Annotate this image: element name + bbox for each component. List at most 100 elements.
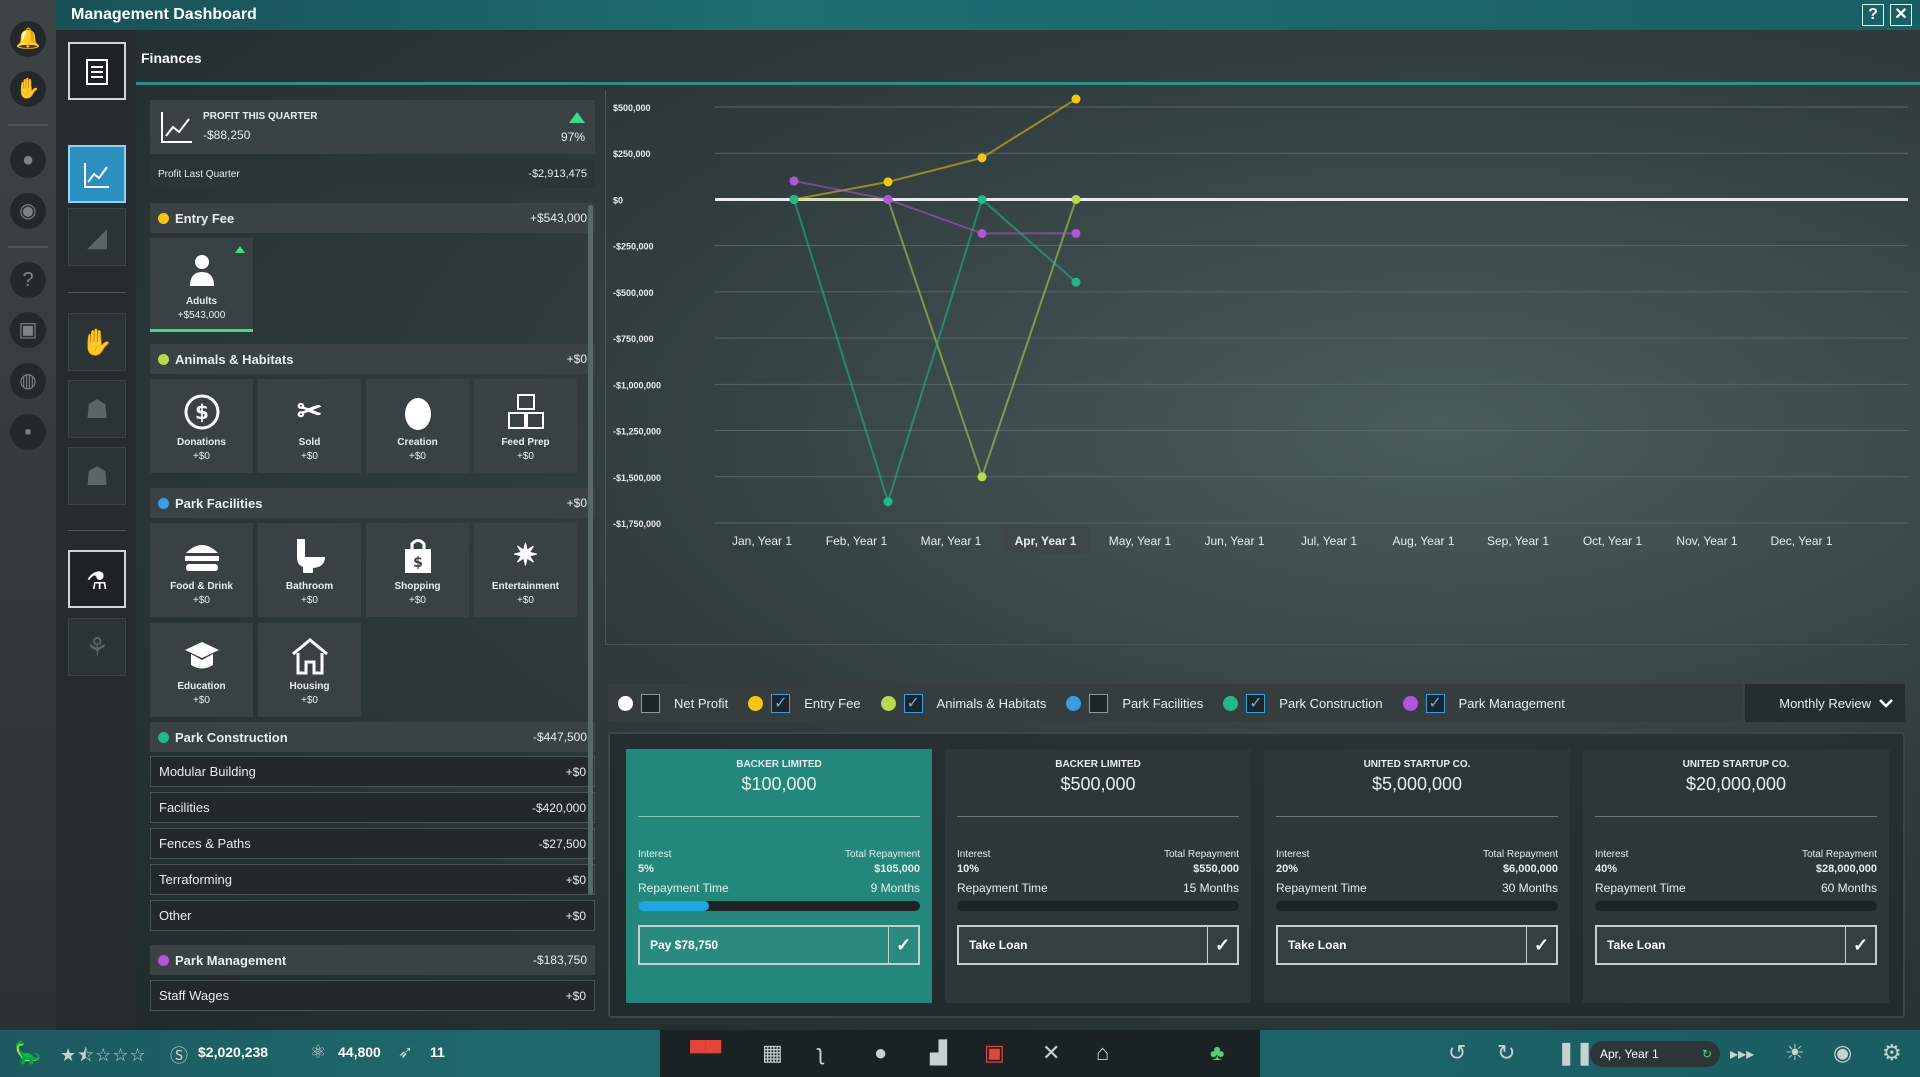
tab-finances[interactable]: [68, 145, 126, 203]
pay-loan-button[interactable]: Pay $78,750 ✓: [638, 925, 920, 965]
camera-icon[interactable]: ▪: [10, 414, 46, 450]
legend-label: Park Management: [1458, 695, 1565, 711]
dino-logo-icon[interactable]: 🦕: [14, 1040, 41, 1066]
tab-overview[interactable]: [68, 42, 126, 100]
take-loan-button[interactable]: Take Loan ✓: [1276, 925, 1558, 965]
x-tick-label: Feb, Year 1: [826, 534, 888, 548]
x-tick-label: Jun, Year 1: [1204, 534, 1264, 548]
tile-feed-prep[interactable]: Feed Prep +$0: [474, 379, 577, 473]
fences-icon[interactable]: ▀▀: [690, 1040, 721, 1066]
tab-research[interactable]: ⚘: [68, 618, 126, 676]
legend-checkbox[interactable]: ✓: [1246, 693, 1266, 713]
shelter-icon[interactable]: ⌂: [1096, 1040, 1109, 1066]
fast-forward-icon[interactable]: ▸▸▸: [1730, 1044, 1754, 1064]
page-title: Finances: [141, 50, 202, 66]
help-button[interactable]: ?: [1862, 4, 1884, 26]
tile-education[interactable]: Education +$0: [150, 623, 253, 717]
megaphone-icon: ◢: [87, 222, 107, 252]
profit-this-quarter: Profit This Quarter -$88,250 97%: [150, 100, 595, 154]
close-button[interactable]: ✕: [1890, 4, 1912, 26]
eye-icon[interactable]: ◉: [10, 193, 46, 229]
tab-dinosaurs[interactable]: ✋: [68, 313, 126, 371]
x-tick-label: May, Year 1: [1109, 534, 1172, 548]
tile-housing[interactable]: Housing +$0: [258, 623, 361, 717]
category-park-facilities[interactable]: Park Facilities +$0: [150, 488, 595, 518]
category-park-construction[interactable]: Park Construction -$447,500: [150, 722, 595, 752]
legend-checkbox[interactable]: [641, 693, 660, 713]
tab-staff[interactable]: ☗: [68, 380, 126, 438]
list-item[interactable]: Facilities -$420,000: [150, 792, 595, 823]
construction-dot: [158, 732, 169, 743]
tile-shopping[interactable]: $ Shopping +$0: [366, 523, 469, 617]
check-icon: ✓: [1845, 927, 1875, 963]
tools-icon[interactable]: ✕: [1042, 1040, 1060, 1066]
legend-animals-habitats[interactable]: ✓ Animals & Habitats: [880, 693, 1046, 713]
repayment-progress: [957, 901, 1239, 911]
check-icon: ✓: [1526, 927, 1556, 963]
egg-icon: [366, 387, 469, 437]
tab-guests[interactable]: ☗: [68, 447, 126, 505]
legend-checkbox[interactable]: [1089, 693, 1109, 713]
legend-checkbox[interactable]: ✓: [903, 693, 923, 713]
finance-line-chart: $500,000 $250,000 $0 -$250,000 -$500,000 -$75…: [613, 94, 1908, 554]
data-point: [789, 194, 799, 204]
egg-icon[interactable]: ●: [874, 1040, 887, 1066]
data-point: [977, 194, 987, 204]
tile-adults[interactable]: Adults +$543,000: [150, 238, 253, 332]
tile-donations[interactable]: $ Donations +$0: [150, 379, 253, 473]
bell-icon[interactable]: 🔔: [10, 21, 46, 57]
claw-icon[interactable]: ✋: [10, 71, 46, 107]
legend-dot: [1223, 695, 1239, 711]
legend-entry-fee[interactable]: ✓ Entry Fee: [748, 693, 861, 713]
category-entry-fee[interactable]: Entry Fee +$543,000: [150, 203, 595, 233]
island-icon[interactable]: ♣: [1210, 1040, 1224, 1066]
weather-icon[interactable]: ☀: [1785, 1040, 1805, 1066]
tile-food-drink[interactable]: Food & Drink +$0: [150, 523, 253, 617]
interest-value: 10%: [957, 863, 980, 875]
list-item[interactable]: Terraforming +$0: [150, 864, 595, 895]
panel-scrollbar[interactable]: [588, 205, 593, 895]
tile-bathroom[interactable]: Bathroom +$0: [258, 523, 361, 617]
tab-marketing[interactable]: ◢: [68, 208, 126, 266]
legend-checkbox[interactable]: ✓: [1425, 693, 1445, 713]
take-loan-button[interactable]: Take Loan ✓: [1595, 925, 1877, 965]
legend-checkbox[interactable]: ✓: [771, 693, 791, 713]
list-item[interactable]: Staff Wages +$0: [150, 980, 595, 1011]
redo-icon[interactable]: ↻: [1497, 1040, 1515, 1066]
list-item[interactable]: Fences & Paths -$27,500: [150, 828, 595, 859]
dollar-circle-icon: $: [150, 387, 253, 437]
category-animals-habitats[interactable]: Animals & Habitats +$0: [150, 344, 595, 374]
y-tick-label: $0: [613, 195, 623, 205]
tile-entertainment[interactable]: ✷ Entertainment +$0: [474, 523, 577, 617]
undo-icon[interactable]: ↺: [1448, 1040, 1466, 1066]
button-label: Take Loan: [1288, 938, 1347, 952]
legend-park-facilities[interactable]: Park Facilities: [1066, 693, 1203, 713]
path-icon[interactable]: ʅ: [818, 1040, 823, 1066]
legend-park-construction[interactable]: ✓ Park Construction: [1223, 693, 1383, 713]
row-value: +$0: [565, 988, 586, 1003]
tile-creation[interactable]: Creation +$0: [366, 379, 469, 473]
pause-icon[interactable]: ❚❚: [1557, 1040, 1594, 1066]
building-icon[interactable]: ▟: [930, 1040, 947, 1066]
grid-icon[interactable]: ▦: [762, 1040, 783, 1066]
settings-gear-icon[interactable]: ⚙: [1882, 1040, 1902, 1066]
take-loan-button[interactable]: Take Loan ✓: [957, 925, 1239, 965]
question-icon[interactable]: ?: [10, 262, 46, 298]
review-period-select[interactable]: Monthly Review: [1745, 684, 1905, 722]
list-item[interactable]: Other +$0: [150, 900, 595, 931]
legend-park-management[interactable]: ✓ Park Management: [1402, 693, 1565, 713]
y-tick-label: $250,000: [613, 149, 651, 159]
map-icon[interactable]: ▣: [10, 312, 46, 348]
eye-icon[interactable]: ◉: [1833, 1040, 1852, 1066]
trend-up-icon: [569, 112, 585, 123]
tab-scientists[interactable]: ⚗: [68, 550, 126, 608]
x-tick-label: Mar, Year 1: [921, 534, 982, 548]
egg-icon[interactable]: ●: [10, 142, 46, 178]
globe-icon[interactable]: ◍: [10, 363, 46, 399]
category-park-management[interactable]: Park Management -$183,750: [150, 945, 595, 975]
list-item[interactable]: Modular Building +$0: [150, 756, 595, 787]
legend-net-profit[interactable]: Net Profit: [618, 693, 728, 713]
y-tick-label: -$1,250,000: [613, 427, 661, 437]
tile-sold[interactable]: ✂ Sold +$0: [258, 379, 361, 473]
shop-icon[interactable]: ▣: [984, 1040, 1005, 1066]
